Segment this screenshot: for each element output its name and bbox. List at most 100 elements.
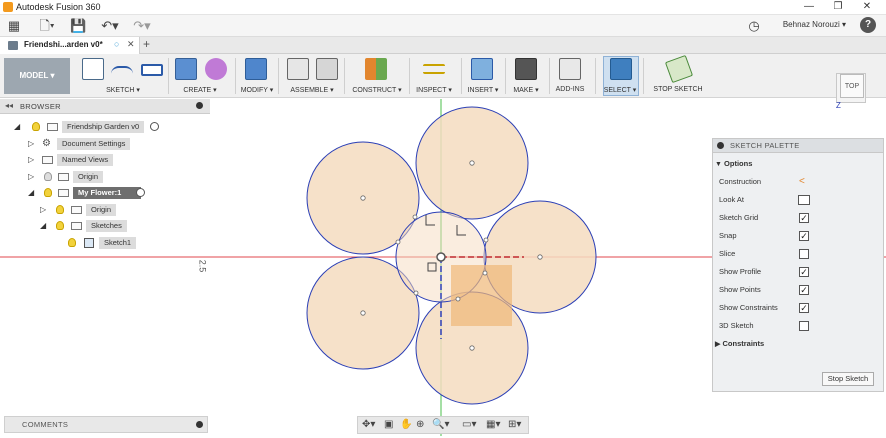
slice-checkbox[interactable]	[799, 249, 809, 259]
comments-options-icon[interactable]	[196, 421, 203, 428]
sketch-point[interactable]	[537, 254, 543, 260]
tree-label-sub-origin[interactable]: Origin	[86, 204, 117, 216]
construction-icon[interactable]: <	[799, 175, 805, 189]
sketch-point[interactable]	[413, 290, 419, 296]
viewcube-top-face[interactable]: TOP	[840, 74, 864, 98]
create-sketch-icon[interactable]	[82, 58, 104, 80]
origin-point[interactable]	[436, 252, 446, 262]
tree-label-root[interactable]: Friendship Garden v0	[62, 121, 145, 133]
palette-row-show-constraints[interactable]: Show Constraints ✓	[719, 301, 879, 315]
visibility-bulb-icon[interactable]	[68, 238, 76, 247]
look-at-icon[interactable]	[798, 195, 810, 205]
dimension-label[interactable]: 2.5	[197, 260, 207, 273]
sketch-menu[interactable]: SKETCH ▾	[98, 86, 148, 94]
comments-panel[interactable]: COMMENTS	[4, 416, 208, 433]
tree-node-document-settings[interactable]: ▷ ⚙ Document Settings	[0, 137, 210, 151]
selected-profile[interactable]	[451, 265, 512, 326]
document-tab[interactable]: Friendshi...arden v0* ○ ✕	[0, 37, 140, 54]
zoom-icon[interactable]: ⊕	[416, 419, 424, 430]
palette-row-look-at[interactable]: Look At	[719, 193, 879, 207]
sketch-point[interactable]	[483, 237, 489, 243]
help-icon[interactable]: ?	[860, 17, 876, 33]
palette-header[interactable]: SKETCH PALETTE	[713, 139, 883, 153]
measure-icon[interactable]	[423, 64, 445, 74]
palette-options-icon[interactable]	[717, 142, 724, 149]
3d-sketch-checkbox[interactable]	[799, 321, 809, 331]
browser-panel-header[interactable]: ◂◂ BROWSER	[0, 99, 210, 114]
stop-sketch-icon[interactable]	[664, 54, 694, 84]
collapsed-triangle-icon[interactable]: ▷	[28, 137, 34, 151]
visibility-bulb-off-icon[interactable]	[44, 172, 52, 181]
expanded-triangle-icon[interactable]: ◢	[40, 219, 46, 233]
new-tab-icon[interactable]: +	[143, 37, 150, 51]
tree-label-sketches[interactable]: Sketches	[86, 220, 127, 232]
data-panel-grid-icon[interactable]: ▦	[6, 18, 22, 34]
show-points-checkbox[interactable]: ✓	[799, 285, 809, 295]
activate-radio-icon[interactable]	[150, 122, 159, 131]
line-tool-icon[interactable]	[111, 66, 133, 78]
grid-settings-icon[interactable]: ▦▾	[486, 419, 500, 430]
extrude-box-icon[interactable]	[175, 58, 197, 80]
constraints-section-header[interactable]: ▶ Constraints	[715, 337, 875, 351]
pan-icon[interactable]: ✋	[400, 419, 412, 430]
sketch-point[interactable]	[360, 310, 366, 316]
make-menu[interactable]: MAKE ▾	[509, 86, 543, 94]
inspect-menu[interactable]: INSPECT ▾	[414, 86, 454, 94]
visibility-bulb-icon[interactable]	[56, 205, 64, 214]
sketch-point[interactable]	[482, 270, 488, 276]
zoom-window-icon[interactable]: 🔍▾	[432, 419, 449, 430]
new-component-icon[interactable]	[287, 58, 309, 80]
orbit-icon[interactable]: ✥▾	[362, 419, 375, 430]
create-menu[interactable]: CREATE ▾	[175, 86, 225, 94]
create-form-icon[interactable]	[205, 58, 227, 80]
collapsed-triangle-icon[interactable]: ▷	[28, 170, 34, 184]
look-at-nav-icon[interactable]: ▣	[384, 419, 393, 430]
palette-row-show-profile[interactable]: Show Profile ✓	[719, 265, 879, 279]
stop-sketch-button[interactable]: STOP SKETCH	[649, 86, 707, 93]
snap-checkbox[interactable]: ✓	[799, 231, 809, 241]
palette-row-construction[interactable]: Construction <	[719, 175, 879, 189]
palette-row-slice[interactable]: Slice	[719, 247, 879, 261]
tree-node-component[interactable]: ◢ My Flower:1	[0, 186, 210, 200]
job-status-clock-icon[interactable]: ◷	[746, 18, 762, 34]
addins-menu[interactable]: ADD-INS	[553, 86, 587, 93]
sketch-point[interactable]	[455, 296, 461, 302]
user-account-menu[interactable]: Behnaz Norouzi ▾	[783, 20, 846, 29]
insert-image-icon[interactable]	[471, 58, 493, 80]
tree-node-sketches[interactable]: ◢ Sketches	[0, 219, 210, 233]
display-settings-icon[interactable]: ▭▾	[462, 419, 476, 430]
sketch-point[interactable]	[469, 345, 475, 351]
save-icon[interactable]: 💾	[70, 18, 86, 34]
insert-menu[interactable]: INSERT ▾	[465, 86, 501, 94]
select-menu[interactable]: SELECT ▾	[601, 86, 639, 94]
tree-label-origin[interactable]: Origin	[73, 171, 104, 183]
press-pull-icon[interactable]	[245, 58, 267, 80]
restore-icon[interactable]: ❐	[831, 1, 845, 13]
redo-icon[interactable]: ↷▾	[130, 18, 154, 34]
workspace-switcher[interactable]: MODEL ▾	[4, 58, 70, 94]
palette-row-3d-sketch[interactable]: 3D Sketch	[719, 319, 879, 333]
collapsed-triangle-icon[interactable]: ▷	[40, 203, 46, 217]
modify-menu[interactable]: MODIFY ▾	[232, 86, 282, 94]
offset-plane-icon[interactable]	[365, 58, 387, 80]
sketch-point[interactable]	[469, 160, 475, 166]
palette-row-sketch-grid[interactable]: Sketch Grid ✓	[719, 211, 879, 225]
active-radio-icon[interactable]	[136, 188, 145, 197]
sketch-grid-checkbox[interactable]: ✓	[799, 213, 809, 223]
tree-node-sketch1[interactable]: Sketch1	[0, 236, 210, 250]
tree-node-sub-origin[interactable]: ▷ Origin	[0, 203, 210, 217]
collapse-browser-icon[interactable]: ◂◂	[5, 101, 13, 110]
options-section-header[interactable]: ▼ Options	[715, 157, 875, 171]
select-cursor-icon[interactable]	[610, 58, 632, 80]
browser-options-icon[interactable]	[196, 102, 203, 109]
tree-node-root[interactable]: ◢ Friendship Garden v0	[0, 120, 210, 134]
collapsed-triangle-icon[interactable]: ▷	[28, 153, 34, 167]
visibility-bulb-icon[interactable]	[56, 221, 64, 230]
tree-node-origin[interactable]: ▷ Origin	[0, 170, 210, 184]
sketch-point[interactable]	[412, 214, 418, 220]
tree-label-sketch1[interactable]: Sketch1	[99, 237, 137, 249]
palette-row-snap[interactable]: Snap ✓	[719, 229, 879, 243]
visibility-bulb-icon[interactable]	[44, 188, 52, 197]
tree-label-named-views[interactable]: Named Views	[57, 154, 114, 166]
undo-icon[interactable]: ↶▾	[98, 18, 122, 34]
